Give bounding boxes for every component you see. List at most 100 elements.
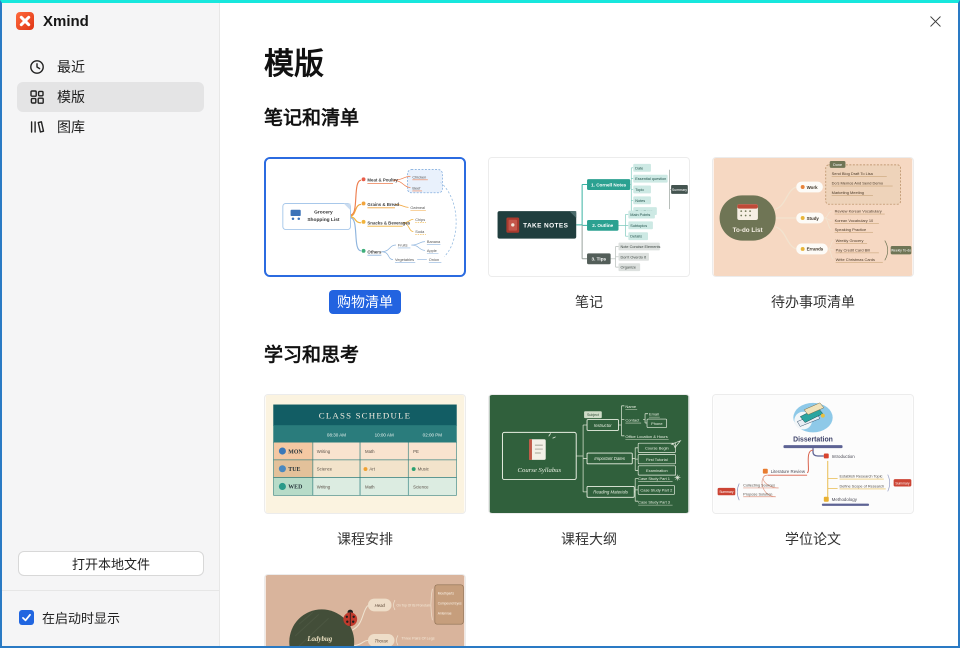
close-button[interactable] <box>926 12 944 30</box>
show-on-startup-row: 在启动时显示 <box>2 591 219 646</box>
sidebar-item-recent[interactable]: 最近 <box>17 52 204 82</box>
syllabus-child: Course Begin <box>645 445 669 450</box>
dissertation-branch-methodology: Methodology <box>832 497 858 502</box>
notebook-icon <box>506 217 519 232</box>
sidebar: Xmind 最近 模版 图库 打开本地 <box>2 3 220 646</box>
schedule-cell: Music <box>418 467 430 472</box>
syllabus-child: Contact <box>625 418 640 423</box>
grocery-central-line2: Shopping List <box>307 217 340 223</box>
notes-branch-cornell: 1. Cornell Notes <box>591 182 627 187</box>
dissertation-summary: Summary <box>719 490 734 494</box>
syllabus-child: Office Location & Hours <box>625 434 667 439</box>
sidebar-item-templates[interactable]: 模版 <box>17 82 204 112</box>
schedule-cell: Science <box>317 467 333 472</box>
template-thumbnail-ladybug[interactable]: Ladybug Head On Top Of Its Pronotum Mout… <box>264 574 466 646</box>
template-thumbnail-schedule[interactable]: CLASS SCHEDULE 08:30 AM 10:00 AM 02:00 P… <box>264 394 466 514</box>
grocery-child: Chicken <box>412 175 426 179</box>
todo-done-tag: Done <box>833 163 842 167</box>
syllabus-child: Email <box>649 412 659 417</box>
template-label-dissertation[interactable]: 学位论文 <box>777 527 849 551</box>
titlebar: Xmind <box>2 3 219 36</box>
todo-item: Send Blog Draft To Lisa <box>832 171 874 176</box>
template-label-grocery[interactable]: 购物清单 <box>329 290 401 314</box>
sidebar-item-gallery[interactable]: 图库 <box>17 112 204 142</box>
template-thumbnail-notes[interactable]: TAKE NOTES 1. Cornell Notes Date Essenti… <box>488 157 690 277</box>
template-label-notes[interactable]: 笔记 <box>567 290 611 314</box>
todo-item: Do's Memos And Send Demo <box>832 181 884 186</box>
schedule-cell: Writing <box>317 484 331 489</box>
grocery-child: Soda <box>415 230 425 234</box>
syllabus-central: Course Syllabus <box>518 467 562 474</box>
syllabus-child: Name <box>625 404 636 409</box>
grocery-child: Fruits <box>398 243 408 247</box>
template-label-syllabus[interactable]: 课程大纲 <box>553 527 625 551</box>
sidebar-bottom: 打开本地文件 在启动时显示 <box>2 551 219 646</box>
template-thumbnail-grocery[interactable]: Grocery Shopping List Meat & Poultry Chi… <box>264 157 466 277</box>
schedule-cell: Math <box>365 484 375 489</box>
schedule-day: WED <box>288 485 302 491</box>
xmind-logo-icon <box>16 12 34 30</box>
todo-item: Korean Vocabulary 10 <box>835 218 874 223</box>
ladybug-branch-head: Head <box>375 603 386 608</box>
ladybug-child: Three Pairs Of Legs <box>401 636 434 640</box>
template-row-2: CLASS SCHEDULE 08:30 AM 10:00 AM 02:00 P… <box>264 394 958 514</box>
sidebar-item-label: 最近 <box>57 57 85 77</box>
grocery-branch-meat: Meat & Poultry <box>367 178 398 183</box>
template-row-1: Grocery Shopping List Meat & Poultry Chi… <box>264 157 958 277</box>
todo-central: To-do List <box>733 227 764 234</box>
schedule-day: MON <box>288 449 303 455</box>
schedule-title: CLASS SCHEDULE <box>319 411 411 421</box>
syllabus-child: Phone <box>651 421 662 426</box>
template-thumbnail-dissertation[interactable]: Dissertation Introduction Establish Rese… <box>712 394 914 514</box>
todo-branch-study: Study <box>807 216 820 221</box>
schedule-time: 08:30 AM <box>327 433 346 438</box>
dissertation-child: Establish Research Topic <box>840 475 883 479</box>
grocery-child: Oatmeal <box>410 206 425 210</box>
templates-grid-icon <box>29 89 45 105</box>
sidebar-item-label: 模版 <box>57 87 85 107</box>
sidebar-nav: 最近 模版 图库 <box>2 36 219 142</box>
todo-weekly-tag: Weekly To-do <box>891 249 911 253</box>
schedule-cell: Math <box>365 449 375 454</box>
xmind-window: Xmind 最近 模版 图库 打开本地 <box>0 0 960 648</box>
calendar-icon <box>737 204 758 220</box>
dissertation-child: Collecting Sources <box>743 483 775 487</box>
todo-item: Weekly Grocery <box>836 238 864 243</box>
grocery-branch-snacks: Snacks & Beverages <box>367 220 410 225</box>
library-icon <box>29 119 45 135</box>
todo-item: Review Korean Vocabulary <box>835 209 882 214</box>
notes-child: Notes <box>635 199 645 203</box>
todo-item: Pay Credit Card Bill <box>836 247 870 252</box>
syllabus-child: Case Study Part 3 <box>638 500 671 505</box>
template-labels-row-1: 购物清单 笔记 待办事项清单 <box>264 290 958 314</box>
schedule-cell: Writing <box>317 449 331 454</box>
dissertation-child: Propose Solution <box>743 492 772 496</box>
dissertation-branch-litreview: Literature Review <box>771 469 806 474</box>
notes-child: Details <box>630 235 642 239</box>
grocery-child: Beef <box>412 186 421 190</box>
notes-branch-tips: 3. Tips <box>592 257 607 262</box>
syllabus-child: Case Study Part 2 <box>640 488 672 493</box>
notes-child: Organize <box>620 266 636 270</box>
template-label-schedule[interactable]: 课程安排 <box>329 527 401 551</box>
notes-child: Subtopics <box>630 224 647 228</box>
grocery-branch-grains: Grains & Bread <box>367 202 399 207</box>
grocery-branch-others: Others <box>367 249 382 254</box>
ladybug-branch-thorax: Thorax <box>375 638 389 643</box>
template-row-3: Ladybug Head On Top Of Its Pronotum Mout… <box>264 574 958 646</box>
section-heading-notes-lists: 笔记和清单 <box>264 108 958 130</box>
syllabus-branch-reading: Reading Materials <box>593 490 629 495</box>
open-local-file-button[interactable]: 打开本地文件 <box>18 551 204 576</box>
books-illustration <box>793 403 832 433</box>
notes-child: Don't Overdo It <box>620 255 647 259</box>
clock-icon <box>29 59 45 75</box>
ladybug-central: Ladybug <box>306 636 332 643</box>
section-heading-study-thinking: 学习和思考 <box>264 345 958 367</box>
template-thumbnail-todo[interactable]: Done To-do List Work Send Blog Draft To … <box>712 157 914 277</box>
template-thumbnail-syllabus[interactable]: Course Syllabus Subject Instructor Name … <box>488 394 690 514</box>
notes-central: TAKE NOTES <box>523 222 569 229</box>
show-on-startup-checkbox[interactable] <box>19 610 34 625</box>
schedule-time: 02:00 PM <box>423 433 443 438</box>
grocery-child: Onion <box>429 258 439 262</box>
template-label-todo[interactable]: 待办事项清单 <box>763 290 863 314</box>
